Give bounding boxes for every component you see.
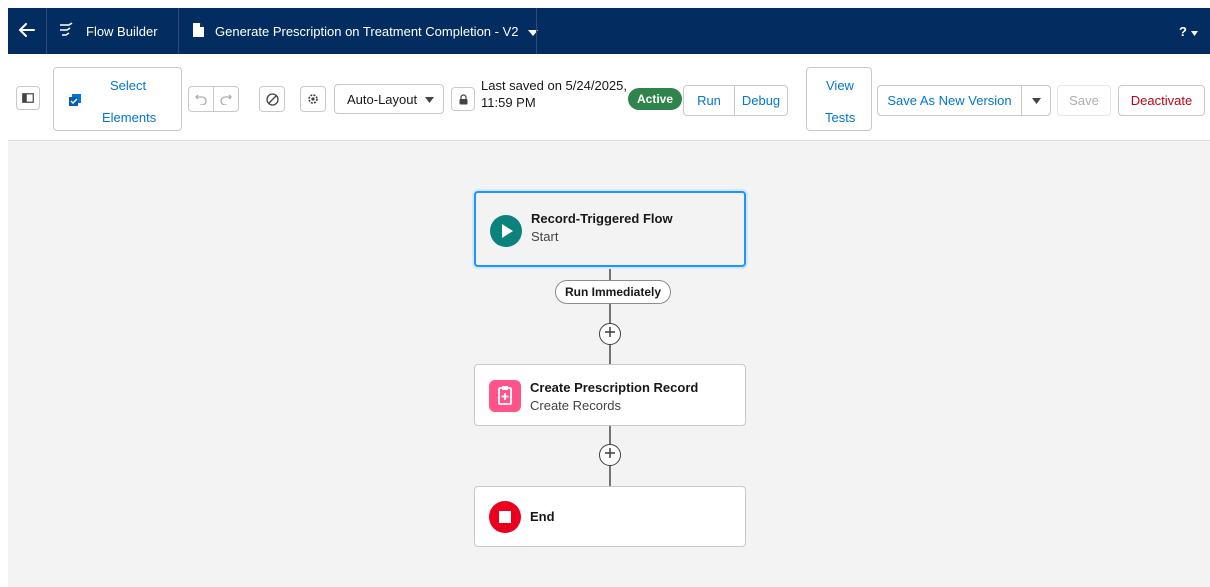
end-node-title: End (530, 509, 555, 524)
back-button[interactable] (8, 8, 46, 54)
chevron-down-icon (1191, 24, 1198, 39)
settings-icon (306, 92, 320, 106)
select-elements-button[interactable]: Select Elements (53, 67, 182, 131)
lock-button[interactable] (451, 87, 475, 111)
chevron-down-icon (1031, 97, 1041, 104)
lock-icon (458, 93, 469, 105)
flow-builder-window: Flow Builder Generate Prescription on Tr… (8, 8, 1210, 587)
help-menu[interactable]: ? (1179, 8, 1198, 54)
flow-title-block[interactable]: Generate Prescription on Treatment Compl… (192, 8, 539, 54)
settings-button[interactable] (300, 86, 326, 112)
view-tests-label-1: View (826, 78, 854, 93)
run-button[interactable]: Run (683, 85, 735, 116)
no-entry-icon (265, 92, 279, 106)
topbar-divider (178, 8, 179, 54)
start-node-title: Record-Triggered Flow (531, 211, 673, 226)
layout-select[interactable]: Auto-Layout (334, 84, 444, 114)
back-arrow-icon (19, 22, 35, 40)
create-node-title: Create Prescription Record (530, 380, 699, 395)
last-saved-text-2: 11:59 PM (481, 95, 536, 110)
no-entry-button[interactable] (259, 86, 285, 112)
save-button[interactable]: Save (1057, 85, 1111, 116)
select-elements-label-2: Elements (102, 110, 157, 125)
file-icon (192, 22, 205, 41)
add-element-button[interactable] (599, 444, 621, 466)
end-node[interactable]: End (474, 486, 746, 547)
save-as-new-version-label: Save As New Version (887, 93, 1012, 108)
deactivate-label: Deactivate (1130, 93, 1193, 108)
view-tests-label-2: Tests (825, 110, 856, 125)
redo-icon (220, 93, 232, 105)
add-icon (604, 446, 616, 464)
save-as-new-version-button[interactable]: Save As New Version (877, 85, 1022, 116)
flow-builder-icon (58, 21, 74, 41)
toggle-panel-icon (22, 93, 34, 103)
stop-icon (489, 501, 521, 538)
create-records-icon (489, 380, 521, 417)
app-name: Flow Builder (86, 23, 158, 39)
select-elements-label-1: Select (110, 78, 147, 93)
add-icon (604, 325, 616, 343)
flow-title: Generate Prescription on Treatment Compl… (215, 23, 519, 39)
status-badge: Active (628, 88, 683, 110)
undo-icon (195, 93, 207, 105)
toggle-panel-button[interactable] (16, 86, 40, 110)
create-node-subtitle: Create Records (530, 398, 622, 413)
view-tests-button[interactable]: View Tests (806, 67, 872, 131)
debug-button[interactable]: Debug (734, 85, 788, 116)
flow-canvas[interactable]: Record-Triggered Flow Start Run Immediat… (8, 141, 1210, 587)
play-icon (490, 215, 522, 252)
deactivate-button[interactable]: Deactivate (1118, 85, 1205, 116)
start-node[interactable]: Record-Triggered Flow Start (474, 191, 746, 267)
add-element-button[interactable] (599, 323, 621, 345)
top-bar: Flow Builder Generate Prescription on Tr… (8, 8, 1210, 54)
last-saved-text-1: Last saved on 5/24/2025, (481, 78, 628, 93)
run-immediately-path-label[interactable]: Run Immediately (555, 280, 672, 304)
start-node-subtitle: Start (531, 229, 559, 244)
select-elements-icon (69, 94, 81, 106)
redo-button[interactable] (213, 86, 239, 112)
undo-button[interactable] (188, 86, 214, 112)
debug-label: Debug (741, 93, 781, 108)
save-label: Save (1069, 93, 1099, 108)
create-records-node[interactable]: Create Prescription Record Create Record… (474, 364, 746, 426)
chevron-down-icon (425, 97, 434, 103)
topbar-divider (46, 8, 47, 54)
topbar-divider (536, 8, 537, 54)
save-menu-button[interactable] (1021, 85, 1051, 116)
help-icon: ? (1179, 23, 1187, 39)
app-name-block: Flow Builder (58, 8, 158, 54)
toolbar: Select Elements Auto-Layout Last saved o… (8, 54, 1210, 141)
layout-select-value: Auto-Layout (347, 91, 418, 107)
run-label: Run (697, 93, 721, 108)
